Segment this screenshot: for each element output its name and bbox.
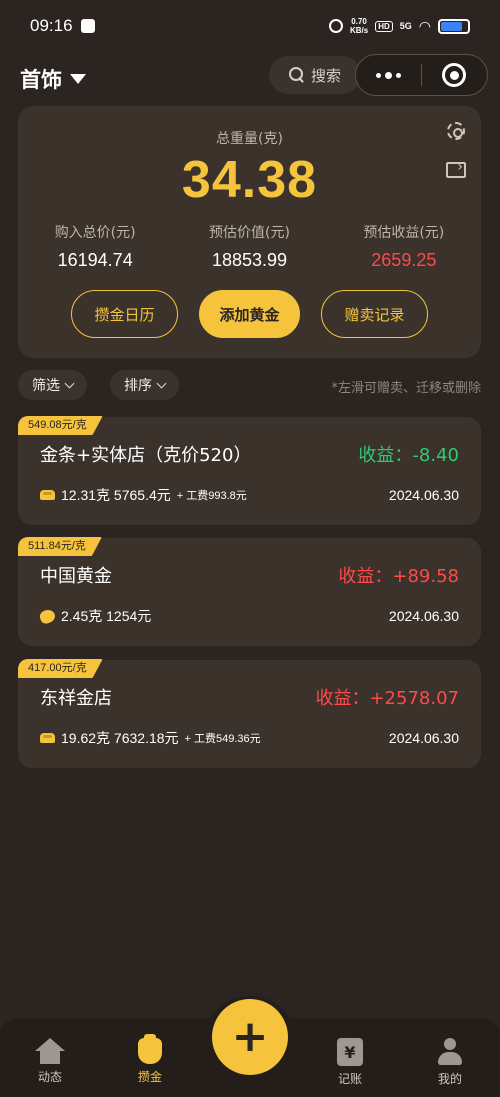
net-speed: 0.70 KB/s (349, 17, 369, 35)
category-selector[interactable]: 首饰 (20, 64, 86, 94)
tab-mine[interactable]: 我的 (415, 1038, 485, 1087)
gold-bean-icon (38, 607, 57, 625)
item-name: 中国黄金 (40, 566, 112, 587)
price-tag: 511.84元/克 (18, 537, 102, 556)
caret-down-icon (70, 74, 86, 84)
close-miniprogram-button[interactable] (422, 63, 487, 87)
item-name: 东祥金店 (40, 688, 112, 709)
gift-sell-records-button[interactable]: 赠卖记录 (321, 290, 428, 338)
filter-row: 筛选 排序 *左滑可赠卖、迁移或删除 (18, 370, 481, 400)
gold-item-card[interactable]: 417.00元/克 东祥金店 收益：+2578.07 19.62克 7632.1… (18, 659, 481, 768)
filter-button[interactable]: 筛选 (18, 370, 87, 400)
tab-save-gold[interactable]: 攒金 (115, 1034, 185, 1085)
item-date: 2024.06.30 (388, 608, 459, 624)
more-icon (376, 72, 381, 78)
gold-item-card[interactable]: 549.08元/克 金条+实体店（克价520） 收益：-8.40 12.31克 … (18, 416, 481, 525)
battery-icon (438, 18, 470, 34)
summary-stats: 购入总价(元) 16194.74 预估价值(元) 18853.99 预估收益(元… (18, 222, 481, 271)
battery-fill (441, 21, 462, 31)
status-time: 09:16 (30, 16, 73, 35)
alarm-icon (328, 19, 343, 33)
add-fab-button[interactable]: + (212, 999, 288, 1075)
stat-purchase-total: 购入总价(元) 16194.74 (54, 225, 136, 270)
stat-estimated-value: 预估价值(元) 18853.99 (209, 225, 290, 270)
item-detail: 12.31克 5765.4元 + 工费993.8元 (40, 485, 247, 505)
item-fee: + 工费993.8元 (176, 490, 247, 502)
chevron-down-icon (64, 378, 75, 388)
hd-icon: HD (375, 20, 393, 32)
miniprogram-capsule (355, 54, 488, 96)
calendar-button[interactable]: 攒金日历 (71, 290, 178, 338)
total-weight-value: 34.38 (181, 151, 318, 209)
swipe-hint: *左滑可赠卖、迁移或删除 (331, 381, 481, 396)
price-tag: 549.08元/克 (18, 416, 103, 435)
page-title: 首饰 (20, 68, 62, 92)
summary-actions: 攒金日历 添加黄金 赠卖记录 (18, 290, 481, 338)
item-fee: + 工费549.36元 (184, 733, 261, 745)
user-icon (437, 1038, 463, 1066)
price-tag: 417.00元/克 (18, 659, 103, 678)
gold-bar-icon (40, 733, 55, 743)
summary-card: 总重量(克) 34.38 购入总价(元) 16194.74 预估价值(元) 18… (18, 106, 481, 358)
item-detail: 2.45克 1254元 (38, 606, 151, 626)
notification-icon (80, 19, 95, 33)
item-name: 金条+实体店（克价520） (40, 445, 252, 466)
item-profit: 收益：+89.58 (338, 566, 459, 587)
add-gold-button[interactable]: 添加黄金 (199, 290, 300, 338)
item-profit: 收益：+2578.07 (315, 688, 459, 709)
target-icon (442, 63, 467, 87)
gold-item-card[interactable]: 511.84元/克 中国黄金 收益：+89.58 2.45克 1254元 202… (18, 537, 481, 646)
tab-feed[interactable]: 动态 (15, 1038, 85, 1085)
nav-bar: 首饰 搜索 (0, 52, 500, 102)
sort-button[interactable]: 排序 (110, 370, 179, 400)
home-icon (35, 1038, 65, 1064)
signal-icon: 5G (399, 21, 412, 31)
total-weight-label: 总重量(克) (216, 131, 283, 147)
search-button[interactable]: 搜索 (269, 56, 361, 94)
wifi-icon: ◠ (418, 17, 431, 34)
gold-bar-icon (40, 490, 55, 500)
stat-estimated-profit: 预估收益(元) 2659.25 (363, 225, 445, 270)
tab-ledger[interactable]: ¥ 记账 (315, 1038, 385, 1087)
ledger-icon: ¥ (337, 1038, 363, 1066)
search-label: 搜索 (310, 66, 341, 85)
item-date: 2024.06.30 (388, 730, 459, 746)
item-date: 2024.06.30 (388, 487, 459, 503)
status-bar: 09:16 0.70 KB/s HD 5G ◠ (0, 0, 500, 52)
search-icon (288, 67, 305, 83)
item-detail: 19.62克 7632.18元 + 工费549.36元 (40, 728, 261, 748)
more-button[interactable] (356, 71, 421, 79)
gold-bag-icon (138, 1034, 162, 1064)
chevron-down-icon (156, 378, 167, 388)
item-profit: 收益：-8.40 (358, 445, 459, 466)
